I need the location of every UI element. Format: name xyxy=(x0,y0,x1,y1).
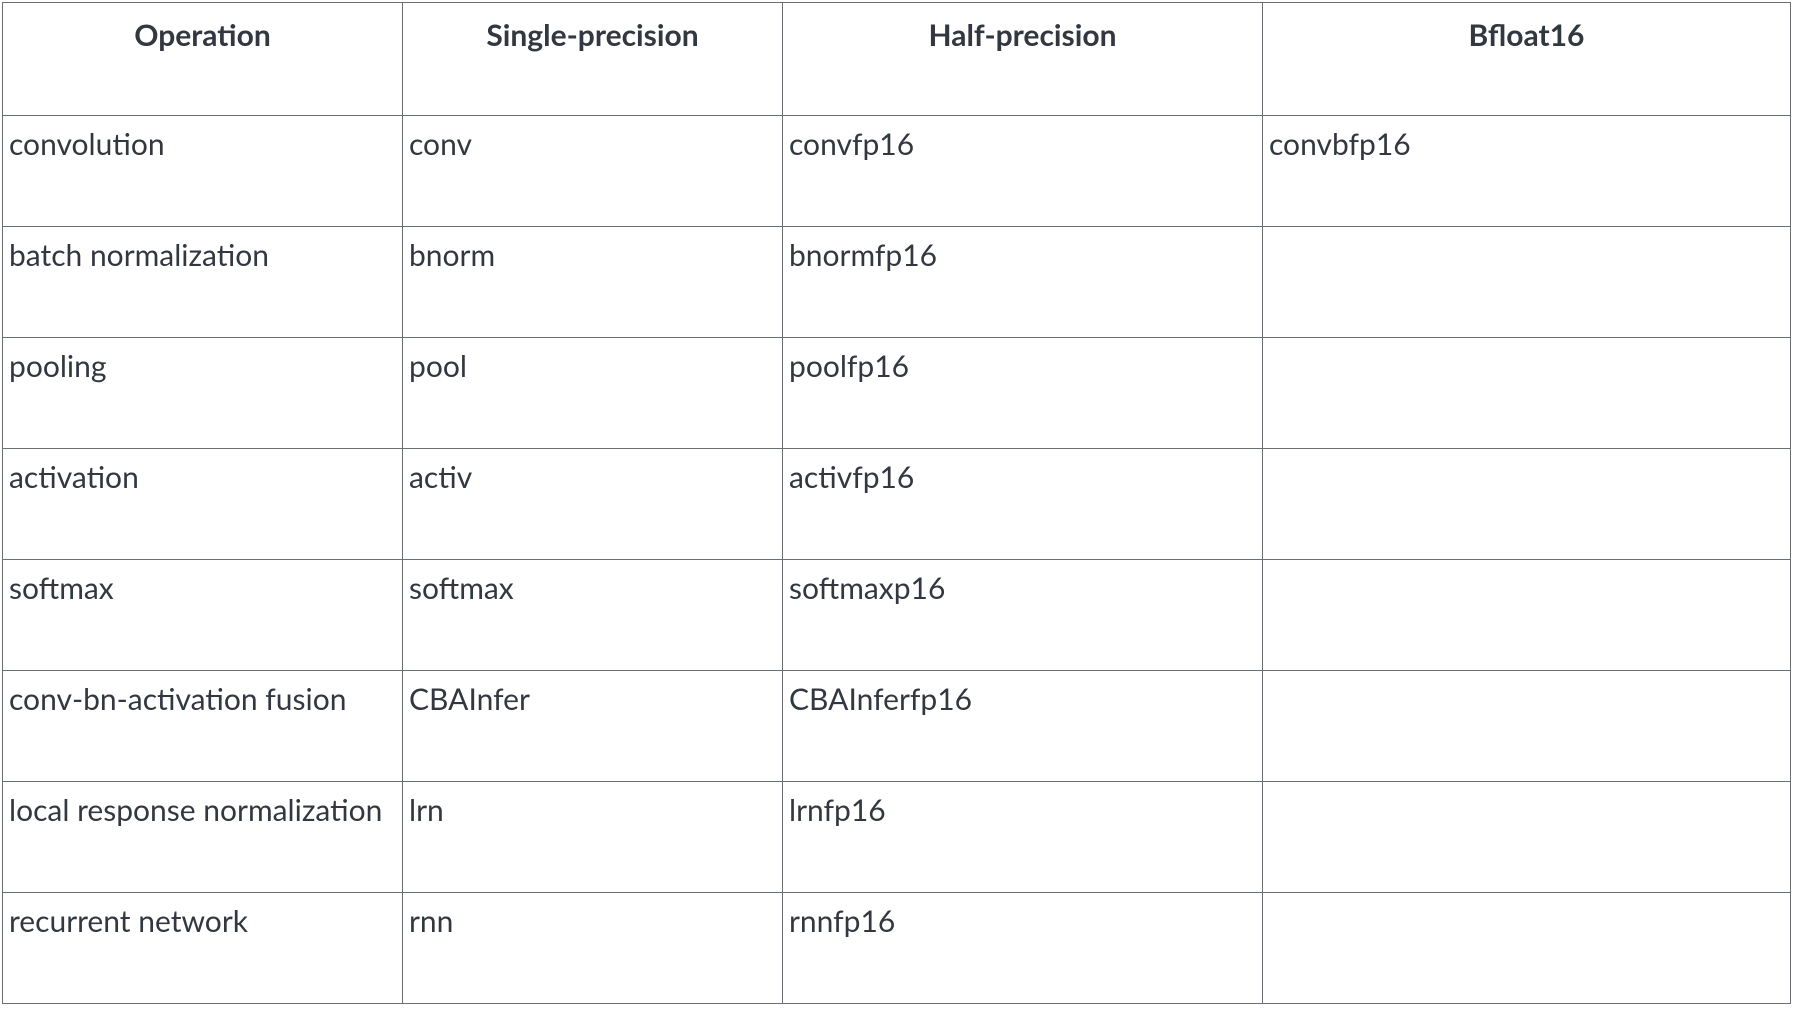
cell-operation: recurrent network xyxy=(3,893,403,1004)
table-header-row: Operation Single-precision Half-precisio… xyxy=(3,3,1791,116)
cell-half: bnormfp16 xyxy=(783,227,1263,338)
cell-bfloat16: convbfp16 xyxy=(1263,116,1791,227)
table-row: conv-bn-activation fusion CBAInfer CBAIn… xyxy=(3,671,1791,782)
cell-operation: conv-bn-activation fusion xyxy=(3,671,403,782)
table-row: batch normalization bnorm bnormfp16 xyxy=(3,227,1791,338)
cell-single: pool xyxy=(403,338,783,449)
table-row: local response normalization lrn lrnfp16 xyxy=(3,782,1791,893)
cell-operation: local response normalization xyxy=(3,782,403,893)
table-row: pooling pool poolfp16 xyxy=(3,338,1791,449)
cell-bfloat16 xyxy=(1263,560,1791,671)
cell-operation: pooling xyxy=(3,338,403,449)
cell-half: CBAInferfp16 xyxy=(783,671,1263,782)
col-header-bfloat16: Bfloat16 xyxy=(1263,3,1791,116)
operations-table: Operation Single-precision Half-precisio… xyxy=(2,2,1791,1004)
cell-half: rnnfp16 xyxy=(783,893,1263,1004)
cell-bfloat16 xyxy=(1263,338,1791,449)
cell-half: convfp16 xyxy=(783,116,1263,227)
cell-single: activ xyxy=(403,449,783,560)
cell-half: softmaxp16 xyxy=(783,560,1263,671)
cell-bfloat16 xyxy=(1263,782,1791,893)
cell-operation: convolution xyxy=(3,116,403,227)
table-row: activation activ activfp16 xyxy=(3,449,1791,560)
cell-single: softmax xyxy=(403,560,783,671)
cell-bfloat16 xyxy=(1263,671,1791,782)
col-header-single-precision: Single-precision xyxy=(403,3,783,116)
cell-operation: activation xyxy=(3,449,403,560)
table-row: softmax softmax softmaxp16 xyxy=(3,560,1791,671)
cell-operation: batch normalization xyxy=(3,227,403,338)
cell-half: lrnfp16 xyxy=(783,782,1263,893)
table-row: recurrent network rnn rnnfp16 xyxy=(3,893,1791,1004)
cell-bfloat16 xyxy=(1263,893,1791,1004)
col-header-half-precision: Half-precision xyxy=(783,3,1263,116)
cell-half: activfp16 xyxy=(783,449,1263,560)
cell-half: poolfp16 xyxy=(783,338,1263,449)
cell-operation: softmax xyxy=(3,560,403,671)
cell-single: CBAInfer xyxy=(403,671,783,782)
col-header-operation: Operation xyxy=(3,3,403,116)
table-row: convolution conv convfp16 convbfp16 xyxy=(3,116,1791,227)
cell-single: conv xyxy=(403,116,783,227)
cell-bfloat16 xyxy=(1263,227,1791,338)
cell-single: bnorm xyxy=(403,227,783,338)
cell-single: lrn xyxy=(403,782,783,893)
cell-bfloat16 xyxy=(1263,449,1791,560)
cell-single: rnn xyxy=(403,893,783,1004)
